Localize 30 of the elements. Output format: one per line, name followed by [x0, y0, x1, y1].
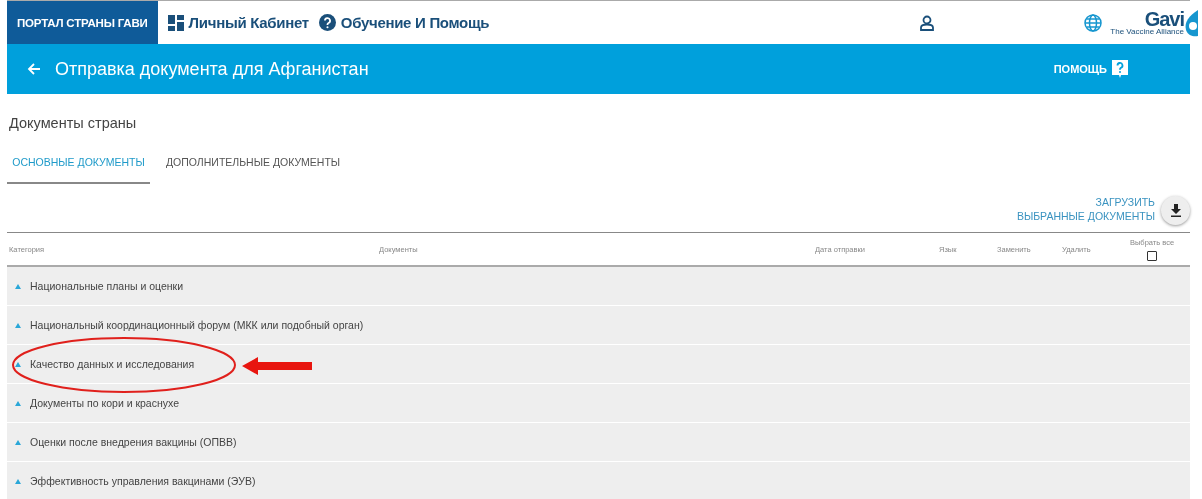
expand-icon	[15, 283, 21, 289]
download-button[interactable]	[1161, 196, 1190, 225]
back-arrow-icon	[27, 62, 41, 76]
category-row[interactable]: Национальный координационный форум (МКК или подобный орган)	[30, 319, 364, 331]
download-link[interactable]: ЗАГРУЗИТЬ ВЫБРАННЫЕ ДОКУМЕНТЫ	[1016, 195, 1155, 224]
section-title: Документы страны	[9, 115, 138, 131]
expand-icon	[15, 439, 21, 445]
help-icon	[318, 14, 336, 31]
category-row[interactable]: Оценки после внедрения вакцины (ОПВВ)	[30, 436, 237, 448]
help-icon	[1112, 60, 1128, 78]
portal-link[interactable]: ПОРТАЛ СТРАНЫ ГАВИ	[7, 1, 158, 44]
download-icon	[1169, 204, 1182, 217]
user-icon	[920, 14, 935, 31]
category-row[interactable]: Национальные планы и оценки	[30, 280, 183, 292]
expand-icon	[15, 400, 21, 406]
category-row[interactable]: Эффективность управления вакцинами (ЭУВ)	[30, 475, 256, 487]
globe-icon	[1084, 13, 1103, 32]
grid-icon	[167, 14, 184, 31]
category-row[interactable]: Качество данных и исследования	[30, 358, 195, 370]
annotation-arrow	[242, 357, 312, 375]
expand-icon	[15, 361, 21, 367]
category-row[interactable]: Документы по кори и краснухе	[30, 397, 179, 409]
tab[interactable]: ДОПОЛНИТЕЛЬНЫЕ ДОКУМЕНТЫ	[150, 146, 357, 184]
gavi-logo[interactable]: Gavi The Vaccine Alliance	[1110, 7, 1198, 38]
nav-link[interactable]: Личный Кабинет	[167, 14, 309, 31]
expand-icon	[15, 478, 21, 484]
checkbox[interactable]	[1147, 250, 1157, 261]
expand-icon	[15, 322, 21, 328]
page-title: Отправка документа для Афганистан	[55, 58, 369, 80]
nav-link[interactable]: Обучение И Помощь	[318, 14, 490, 31]
